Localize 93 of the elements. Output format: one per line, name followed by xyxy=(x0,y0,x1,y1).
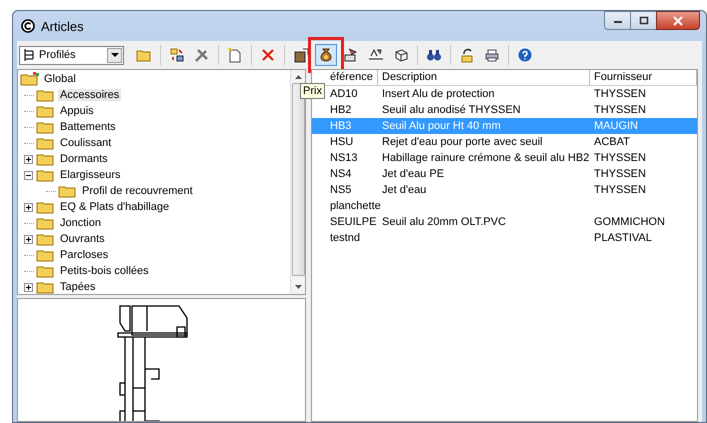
table-row[interactable]: NS4 Jet d'eau PE THYSSEN xyxy=(312,166,697,182)
table-cell-text: NS13 xyxy=(329,152,359,164)
folder-icon xyxy=(36,232,56,246)
scrollbar[interactable] xyxy=(290,70,305,294)
column-header[interactable]: Fournisseur xyxy=(590,70,697,85)
folder-icon xyxy=(36,152,56,166)
table-row[interactable]: SEUILPE Seuil alu 20mm OLT.PVC GOMMICHON xyxy=(312,214,697,230)
cabinet-icon xyxy=(293,47,309,63)
swap-icon xyxy=(169,47,185,63)
minimize-button[interactable] xyxy=(604,11,631,30)
table-row[interactable]: testnd PLASTIVAL xyxy=(312,230,697,246)
expand-icon[interactable] xyxy=(24,202,33,212)
table-cell-text: testnd xyxy=(329,232,361,244)
table-cell-text: Jet d'eau xyxy=(381,184,428,196)
tree-item[interactable]: Appuis xyxy=(58,105,96,117)
maximize-icon xyxy=(638,16,648,25)
table-row[interactable]: HSU Rejet d'eau pour porte avec seuil ACBAT xyxy=(312,134,697,150)
root-folder-icon xyxy=(20,72,40,86)
printer-icon xyxy=(484,47,500,63)
tree-item[interactable]: Profil de recouvrement xyxy=(80,185,195,197)
tree-item[interactable]: Dormants xyxy=(58,153,110,165)
list-icon xyxy=(24,49,34,61)
table-cell-text: Habillage rainure crémone & seuil alu HB2 xyxy=(381,152,590,164)
binoculars-icon xyxy=(426,47,442,63)
caret-icon xyxy=(110,52,118,58)
scroll-down-icon[interactable] xyxy=(294,285,302,289)
table-row[interactable]: HB2 Seuil alu anodisé THYSSEN THYSSEN xyxy=(312,102,697,118)
folder-icon xyxy=(36,88,56,102)
window-title: Articles xyxy=(41,18,84,34)
table-cell-text: Jet d'eau PE xyxy=(381,168,446,180)
tree-item[interactable]: Battements xyxy=(58,121,118,133)
folder-icon xyxy=(58,184,78,198)
table-cell-text: Seuil alu anodisé THYSSEN xyxy=(381,104,522,116)
tree-item[interactable]: Coulissant xyxy=(58,137,114,149)
table-cell-text: NS4 xyxy=(329,168,352,180)
table-cell-text: GOMMICHON xyxy=(593,216,666,228)
new-page-icon xyxy=(227,47,243,63)
folder-icon xyxy=(36,168,56,182)
folder-icon xyxy=(36,264,56,278)
folder-icon xyxy=(36,120,56,134)
tools-icon xyxy=(194,47,210,63)
expand-icon[interactable] xyxy=(24,154,33,164)
folder-icon xyxy=(36,104,56,118)
table-cell-text: SEUILPE xyxy=(329,216,378,228)
table-row[interactable]: planchette xyxy=(312,198,697,214)
app-logo-icon xyxy=(21,19,35,33)
table-cell-text: THYSSEN xyxy=(593,168,647,180)
dice-icon xyxy=(393,47,409,63)
table-cell-text: HB2 xyxy=(329,104,352,116)
column-header[interactable]: Description xyxy=(378,70,590,85)
collapse-icon[interactable] xyxy=(24,170,33,180)
table-cell-text: planchette xyxy=(329,200,378,212)
table-row[interactable]: NS5 Jet d'eau THYSSEN xyxy=(312,182,697,198)
table-cell-text: HSU xyxy=(329,136,354,148)
close-button[interactable] xyxy=(656,11,700,30)
table-cell-text: NS5 xyxy=(329,184,352,196)
folder-icon xyxy=(36,248,56,262)
folder-icon xyxy=(36,280,56,294)
tooltip: Prix xyxy=(300,83,325,99)
table-cell-text: THYSSEN xyxy=(593,152,647,164)
table-cell-text: Insert Alu de protection xyxy=(381,88,496,100)
tree-item[interactable]: EQ & Plats d'habillage xyxy=(58,201,172,213)
folder-icon xyxy=(36,216,56,230)
table-cell-text: HB3 xyxy=(329,120,352,132)
table-cell-text: THYSSEN xyxy=(593,104,647,116)
category-dropdown[interactable]: Profilés xyxy=(19,46,124,64)
scroll-up-icon[interactable] xyxy=(294,75,302,79)
close-icon xyxy=(673,16,683,26)
table-cell-text: MAUGIN xyxy=(593,120,639,132)
money-bag-icon xyxy=(318,47,334,63)
expand-icon[interactable] xyxy=(24,282,33,292)
folder-icon xyxy=(36,200,56,214)
table-cell-text: ACBAT xyxy=(593,136,631,148)
tree-item[interactable]: Elargisseurs xyxy=(58,169,123,181)
table-cell-text: Seuil alu 20mm OLT.PVC xyxy=(381,216,507,228)
expand-icon[interactable] xyxy=(24,234,33,244)
table-cell-text: Rejet d'eau pour porte avec seuil xyxy=(381,136,544,148)
tree-item[interactable]: Petits-bois collées xyxy=(58,265,151,277)
maximize-button[interactable] xyxy=(630,11,657,30)
help-icon xyxy=(517,47,533,63)
tree-item[interactable]: Tapées xyxy=(58,281,98,293)
delete-icon xyxy=(260,47,276,63)
tree-item[interactable]: Global xyxy=(42,73,78,85)
tree-item[interactable]: Jonction xyxy=(58,217,103,229)
table-cell-text: Seuil Alu pour Ht 40 mm xyxy=(381,120,502,132)
tree-item[interactable]: Accessoires xyxy=(58,89,122,101)
tree-item[interactable]: Ouvrants xyxy=(58,233,107,245)
folder-icon xyxy=(36,136,56,150)
table-cell-text: THYSSEN xyxy=(593,88,647,100)
table-cell-text: PLASTIVAL xyxy=(593,232,653,244)
table-cell-text: THYSSEN xyxy=(593,184,647,196)
table-row[interactable]: NS13 Habillage rainure crémone & seuil alu HB2 THYSSEN xyxy=(312,150,697,166)
tree-item[interactable]: Parcloses xyxy=(58,249,110,261)
